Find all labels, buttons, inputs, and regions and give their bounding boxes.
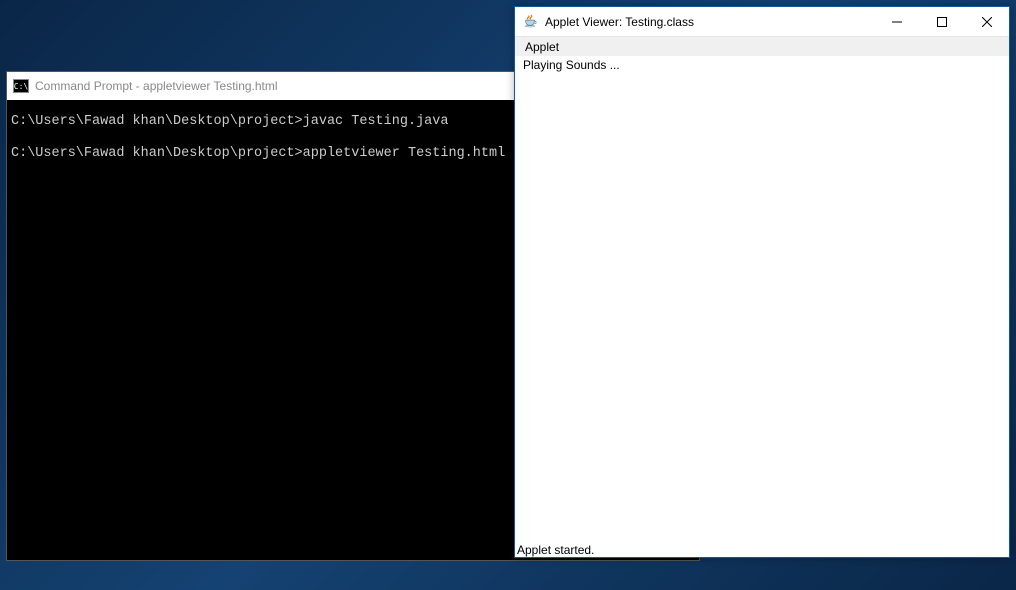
maximize-button[interactable] — [919, 7, 964, 36]
applet-title: Applet Viewer: Testing.class — [545, 15, 874, 29]
java-icon — [523, 14, 539, 30]
applet-titlebar[interactable]: Applet Viewer: Testing.class — [515, 7, 1009, 37]
applet-content-area: Playing Sounds ... — [515, 56, 1009, 541]
applet-statusbar: Applet started. — [515, 541, 1009, 557]
applet-status-text: Applet started. — [517, 543, 594, 557]
applet-menubar: Applet — [515, 37, 1009, 56]
window-controls — [874, 7, 1009, 36]
cmd-title: Command Prompt - appletviewer Testing.ht… — [35, 79, 278, 93]
cmd-icon: C:\ — [13, 79, 29, 93]
minimize-button[interactable] — [874, 7, 919, 36]
applet-viewer-window: Applet Viewer: Testing.class Applet Play… — [514, 6, 1010, 558]
close-button[interactable] — [964, 7, 1009, 36]
menu-applet[interactable]: Applet — [519, 39, 565, 55]
applet-content-text: Playing Sounds ... — [523, 58, 620, 72]
